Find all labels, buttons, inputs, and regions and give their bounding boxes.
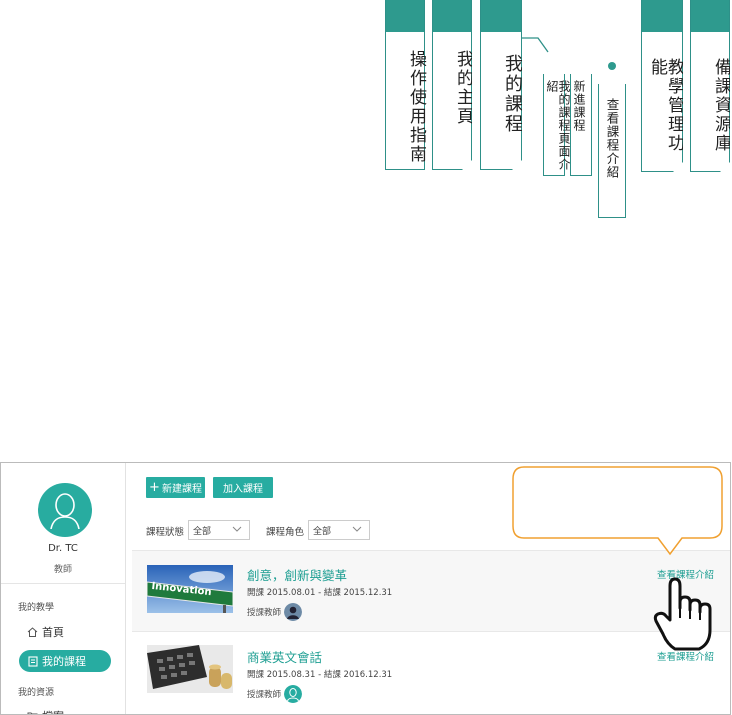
- plus-icon: +: [149, 480, 160, 495]
- speech-bubble-callout: [512, 466, 723, 556]
- user-name: Dr. TC: [48, 543, 78, 554]
- innovation-thumbnail[interactable]: Innovation: [147, 565, 233, 613]
- sidebar-item-my-courses[interactable]: 我的課程: [19, 650, 111, 672]
- course-title[interactable]: 創意，創新與變革: [247, 565, 347, 584]
- tab-cap: [642, 0, 682, 32]
- chevron-down-icon: [352, 526, 362, 532]
- divider: [1, 583, 125, 584]
- role-filter-label: 課程角色: [266, 527, 305, 538]
- sidebar-item-label: 檔案: [42, 708, 64, 714]
- tab-resources[interactable]: 備課資源庫: [690, 0, 730, 172]
- connector-line: [522, 37, 549, 53]
- teacher-info: 授課教師: [247, 685, 303, 703]
- user-role: 教師: [53, 565, 72, 575]
- new-course-button[interactable]: + 新建課程: [146, 477, 205, 498]
- course-row: 商業英文會話 開課 2015.08.31 - 結課 2016.12.31 授課教…: [132, 633, 730, 713]
- tab-cap: [433, 0, 471, 32]
- subtab-page-intro[interactable]: 我的課程頁面介紹: [543, 74, 571, 176]
- folder-icon: [27, 712, 38, 714]
- business-thumbnail[interactable]: [147, 645, 233, 693]
- teacher-label: 授課教師: [247, 690, 282, 700]
- tab-cap: [481, 0, 521, 32]
- chevron-down-icon: [232, 526, 242, 532]
- join-course-button[interactable]: 加入課程: [213, 477, 273, 498]
- course-row: Innovation 創意，創新與變革 開課 2015.08.01 - 結課 2…: [132, 550, 730, 632]
- person-icon: [50, 493, 80, 529]
- tab-label: 備課資源庫: [711, 58, 731, 153]
- section-teaching: 我的教學: [18, 603, 55, 613]
- user-avatar[interactable]: [38, 483, 92, 537]
- teacher-avatar[interactable]: [284, 685, 303, 703]
- status-select-value: 全部: [193, 526, 212, 537]
- sidebar-item-files[interactable]: 檔案: [27, 708, 64, 714]
- document-icon: [28, 655, 38, 667]
- course-title[interactable]: 商業英文會話: [247, 647, 322, 666]
- tab-label: 我的主頁: [453, 50, 473, 126]
- sidebar-item-label: 我的課程: [42, 655, 86, 668]
- active-dot: [608, 62, 616, 70]
- tab-home[interactable]: 我的主頁: [432, 0, 472, 170]
- course-dates: 開課 2015.08.01 - 結課 2015.12.31: [247, 588, 393, 598]
- sidebar: Dr. TC 教師 我的教學 首頁 我的課程 我的資源 檔案: [1, 463, 126, 714]
- sidebar-item-home[interactable]: 首頁: [27, 624, 64, 640]
- tab-cap: [691, 0, 729, 32]
- teacher-label: 授課教師: [247, 608, 282, 618]
- teacher-info: 授課教師: [247, 603, 303, 621]
- section-resources: 我的資源: [18, 688, 55, 698]
- subtab-label: 新進課程: [572, 80, 586, 132]
- teacher-avatar[interactable]: [284, 603, 303, 621]
- tab-guide[interactable]: 操作使用指南: [385, 0, 426, 170]
- calculator-coins-icon: [147, 645, 233, 693]
- tab-my-courses[interactable]: 我的課程: [480, 0, 522, 170]
- pointing-hand-icon: [653, 577, 712, 651]
- subtab-new-courses[interactable]: 新進課程: [570, 74, 592, 176]
- tab-label: 操作使用指南: [406, 50, 426, 164]
- sidebar-item-label: 首頁: [42, 626, 64, 639]
- tab-cap: [386, 0, 424, 32]
- status-select[interactable]: 全部: [188, 520, 250, 540]
- tab-teaching-management[interactable]: 教學管理功能: [641, 0, 683, 172]
- role-select[interactable]: 全部: [308, 520, 370, 540]
- home-icon: [27, 627, 38, 637]
- thumbnail-image: Innovation: [147, 565, 233, 613]
- subtab-label: 我的課程頁面介紹: [545, 80, 571, 171]
- subtab-label: 查看課程介紹: [604, 98, 620, 179]
- tab-label: 我的課程: [502, 54, 523, 134]
- course-dates: 開課 2015.08.31 - 結課 2016.12.31: [247, 670, 393, 680]
- subtab-view-intro[interactable]: 查看課程介紹: [598, 84, 626, 218]
- new-course-label: 新建課程: [161, 484, 202, 495]
- role-select-value: 全部: [313, 526, 332, 537]
- tab-label: 教學管理功能: [647, 58, 684, 153]
- status-filter-label: 課程狀態: [146, 527, 185, 538]
